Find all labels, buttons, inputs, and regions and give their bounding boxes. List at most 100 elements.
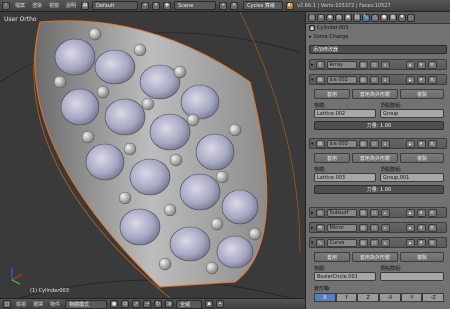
render-engine-dropdown[interactable]: Cycles 算繪: [243, 1, 284, 10]
move-down-icon[interactable]: ▾: [416, 60, 426, 69]
menu-render[interactable]: 渲染: [30, 2, 44, 9]
layers-tab-icon[interactable]: ≡: [317, 13, 325, 22]
modifier-name-field[interactable]: Mirror: [326, 223, 357, 232]
world-tab-icon[interactable]: ◍: [335, 13, 343, 22]
add-scene-icon[interactable]: +: [219, 1, 228, 10]
copy-button[interactable]: 複製: [400, 89, 444, 99]
layer-icon[interactable]: ▪: [205, 300, 214, 308]
viewport-toggle-icon[interactable]: ▭: [369, 60, 379, 69]
move-up-icon[interactable]: ▴: [405, 60, 415, 69]
pivot-icon[interactable]: ⊙: [121, 300, 130, 308]
render-toggle-icon[interactable]: ◎: [358, 60, 368, 69]
copy-button[interactable]: 複製: [400, 153, 444, 163]
modifier-name-field[interactable]: Subsurf: [326, 208, 357, 217]
strength-slider[interactable]: 力量: 1.00: [314, 121, 444, 130]
remove-layout-icon[interactable]: ×: [152, 1, 161, 10]
axis-neg-z-button[interactable]: -Z: [422, 293, 445, 302]
modifier-name-field[interactable]: ice.003: [326, 139, 357, 148]
render-toggle-icon[interactable]: ◎: [358, 139, 368, 148]
menu-file[interactable]: 檔案: [13, 2, 27, 9]
modifier-mirror-header[interactable]: ▸ ⇋ Mirror ◎ ▭ ▵ ▴ ▾ ×: [309, 222, 447, 233]
object-field[interactable]: Lattice.003: [314, 173, 376, 182]
remove-modifier-icon[interactable]: ×: [427, 238, 437, 247]
particles-tab-icon[interactable]: ✱: [398, 13, 406, 22]
editmode-toggle-icon[interactable]: ▵: [380, 208, 390, 217]
viewport-shading-icon[interactable]: ●: [110, 300, 119, 308]
material-tab-icon[interactable]: ●: [380, 13, 388, 22]
object-tab-icon[interactable]: ▣: [344, 13, 352, 22]
editmode-toggle-icon[interactable]: ▵: [380, 60, 390, 69]
copy-button[interactable]: 複製: [400, 252, 444, 262]
editmode-toggle-icon[interactable]: ▵: [380, 238, 390, 247]
some-change-panel-header[interactable]: ▸ Some Change: [309, 33, 348, 41]
axis-z-button[interactable]: Z: [357, 293, 380, 302]
editor-type-icon[interactable]: ◻: [3, 300, 11, 308]
menu-select[interactable]: 選擇: [31, 301, 45, 308]
screen-layout-icon[interactable]: ▦: [81, 1, 90, 10]
add-modifier-dropdown[interactable]: 添加修改器: [309, 45, 447, 54]
modifier-array-header[interactable]: ▸ ⠿ Array ◎ ▭ ▵ ▴ ▾ ×: [309, 59, 447, 70]
translate-icon[interactable]: →: [143, 300, 152, 308]
move-down-icon[interactable]: ▾: [416, 139, 426, 148]
texture-tab-icon[interactable]: ▦: [389, 13, 397, 22]
editmode-toggle-icon[interactable]: ▵: [380, 223, 390, 232]
apply-as-shape-button[interactable]: 套用為外形鍵: [352, 153, 398, 163]
remove-modifier-icon[interactable]: ×: [427, 60, 437, 69]
apply-button[interactable]: 套用: [314, 252, 350, 262]
modifier-name-field[interactable]: ice.002: [326, 75, 357, 84]
scene-tab-icon[interactable]: ◉: [326, 13, 334, 22]
editmode-toggle-icon[interactable]: ▵: [380, 139, 390, 148]
collapse-arrow-icon[interactable]: ▾: [311, 77, 314, 83]
render-toggle-icon[interactable]: ◎: [358, 75, 368, 84]
collapse-arrow-icon[interactable]: ▸: [311, 62, 314, 68]
menu-object[interactable]: 物件: [48, 301, 62, 308]
collapse-arrow-icon[interactable]: ▾: [311, 240, 314, 246]
info-editor-icon[interactable]: i: [2, 1, 10, 10]
viewport-toggle-icon[interactable]: ▭: [369, 208, 379, 217]
mode-dropdown[interactable]: 物體模式: [65, 299, 108, 309]
axis-x-button[interactable]: X: [314, 293, 336, 302]
viewport-toggle-icon[interactable]: ▭: [369, 238, 379, 247]
axis-y-button[interactable]: Y: [335, 293, 358, 302]
object-field[interactable]: BezierCircle.001: [314, 272, 376, 281]
remove-modifier-icon[interactable]: ×: [427, 223, 437, 232]
scale-icon[interactable]: ⇲: [165, 300, 174, 308]
menu-help[interactable]: 說明: [64, 2, 78, 9]
apply-button[interactable]: 套用: [314, 89, 350, 99]
render-toggle-icon[interactable]: ◎: [358, 238, 368, 247]
modifier-name-field[interactable]: Curve: [326, 238, 357, 247]
rotate-icon[interactable]: ↻: [154, 300, 163, 308]
remove-modifier-icon[interactable]: ×: [427, 208, 437, 217]
modifier-name-field[interactable]: Array: [326, 60, 357, 69]
collapse-arrow-icon[interactable]: ▾: [311, 141, 314, 147]
move-down-icon[interactable]: ▾: [416, 238, 426, 247]
add-layout-icon[interactable]: +: [141, 1, 150, 10]
menu-window[interactable]: 視窗: [47, 2, 61, 9]
snap-icon[interactable]: ⌖: [216, 300, 225, 308]
orientation-dropdown[interactable]: 全域: [176, 299, 203, 309]
layout-dropdown[interactable]: Default: [92, 1, 139, 10]
vertex-group-field[interactable]: Group.001: [380, 173, 444, 182]
move-up-icon[interactable]: ▴: [405, 223, 415, 232]
modifier-ice002-header[interactable]: ▾ ⊞ ice.002 ◎ ▭ ▵ ▴ ▾ ×: [309, 74, 447, 85]
remove-modifier-icon[interactable]: ×: [427, 75, 437, 84]
move-up-icon[interactable]: ▴: [405, 75, 415, 84]
render-toggle-icon[interactable]: ◎: [358, 208, 368, 217]
apply-button[interactable]: 套用: [314, 153, 350, 163]
move-up-icon[interactable]: ▴: [405, 238, 415, 247]
object-field[interactable]: Lattice.002: [314, 109, 376, 118]
render-toggle-icon[interactable]: ◎: [358, 223, 368, 232]
collapse-arrow-icon[interactable]: ▸: [311, 210, 314, 216]
manipulator-icon[interactable]: ↗: [132, 300, 141, 308]
remove-modifier-icon[interactable]: ×: [427, 139, 437, 148]
strength-slider[interactable]: 力量: 1.00: [314, 185, 444, 194]
editmode-toggle-icon[interactable]: ▵: [380, 75, 390, 84]
move-up-icon[interactable]: ▴: [405, 208, 415, 217]
data-tab-icon[interactable]: △: [371, 13, 379, 22]
modifier-subsurf-header[interactable]: ▸ ◇ Subsurf ◎ ▭ ▵ ▴ ▾ ×: [309, 207, 447, 218]
vertex-group-field[interactable]: [380, 272, 444, 281]
3d-viewport[interactable]: User Ortho (1) Cylinder003: [0, 12, 305, 298]
scene-icon[interactable]: ◉: [163, 1, 172, 10]
viewport-toggle-icon[interactable]: ▭: [369, 139, 379, 148]
vertex-group-field[interactable]: Group: [380, 109, 444, 118]
